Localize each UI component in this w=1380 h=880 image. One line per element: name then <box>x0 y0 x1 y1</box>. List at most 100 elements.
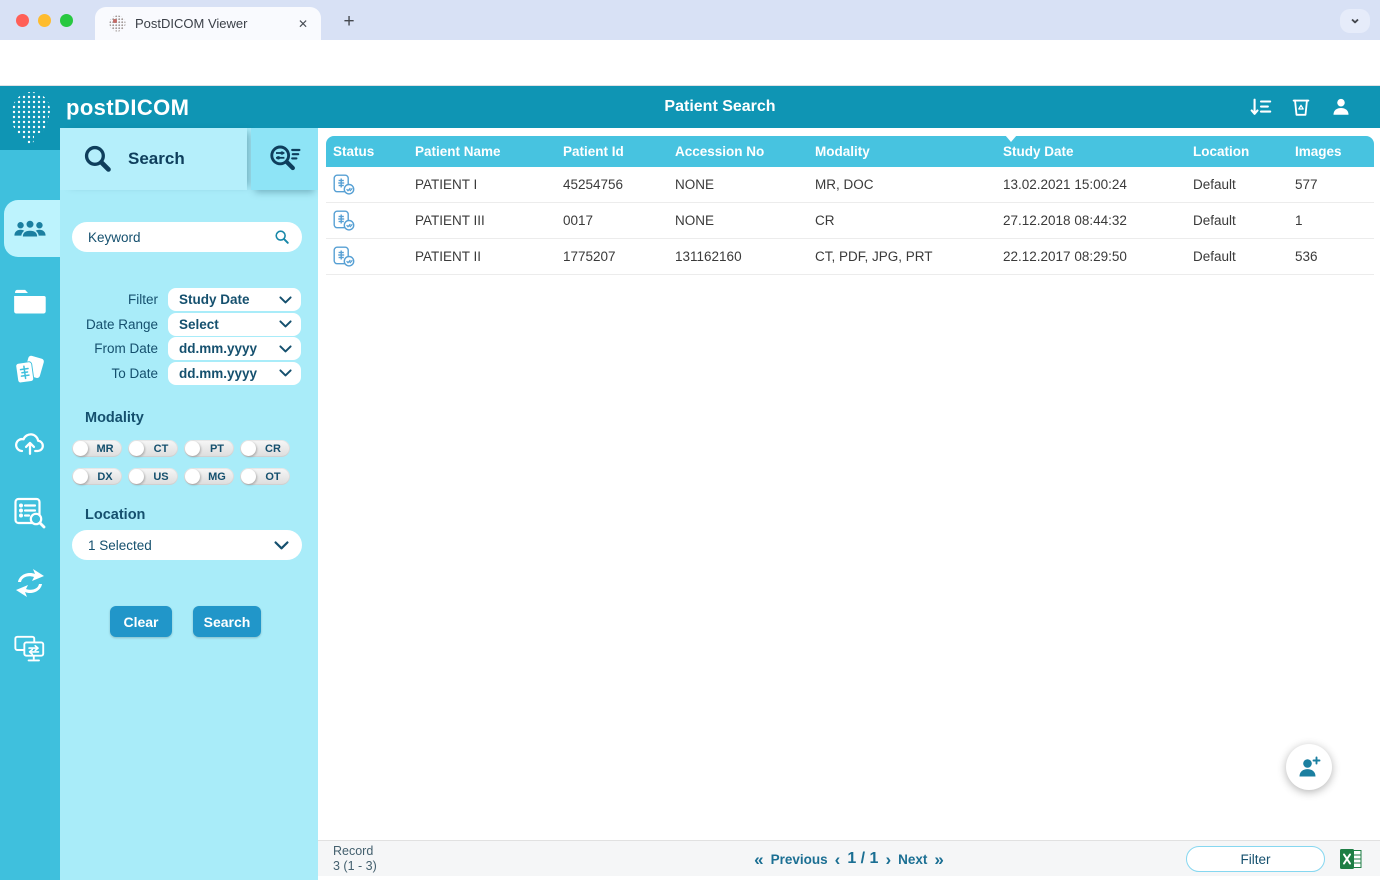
modality-toggle-cr[interactable]: CR <box>240 440 290 457</box>
patient-name-cell[interactable]: PATIENT I <box>408 167 556 202</box>
toggle-knob <box>73 469 88 484</box>
modality-toggle-ct[interactable]: CT <box>128 440 178 457</box>
tab-close-icon[interactable]: ✕ <box>295 17 311 31</box>
new-tab-button[interactable]: + <box>336 9 362 35</box>
sidebar-item-remote-monitor[interactable] <box>13 633 47 667</box>
location-dropdown[interactable]: 1 Selected <box>72 530 302 560</box>
patient-name-cell[interactable]: PATIENT II <box>408 239 556 274</box>
modality-cell[interactable]: MR, DOC <box>808 167 996 202</box>
clear-button[interactable]: Clear <box>110 606 172 637</box>
column-header-patient-id[interactable]: Patient Id <box>556 136 668 167</box>
status-cell[interactable] <box>326 239 408 274</box>
browser-tab[interactable]: PostDICOM Viewer ✕ <box>95 7 321 40</box>
location-value: 1 Selected <box>88 537 152 553</box>
location-cell[interactable]: Default <box>1186 167 1288 202</box>
to-date-value: dd.mm.yyyy <box>179 365 258 381</box>
images-cell[interactable]: 577 <box>1288 167 1374 202</box>
modality-toggle-us[interactable]: US <box>128 468 178 485</box>
column-header-patient-name[interactable]: Patient Name <box>408 136 556 167</box>
record-count: Record 3 (1 - 3) <box>333 844 377 874</box>
study-date-cell[interactable]: 27.12.2018 08:44:32 <box>996 203 1186 238</box>
status-cell[interactable] <box>326 167 408 202</box>
column-header-study-date[interactable]: Study Date <box>996 135 1186 167</box>
sidebar-item-folders[interactable] <box>13 285 47 319</box>
modality-toggle-label: DX <box>97 470 113 483</box>
modality-toggle-pt[interactable]: PT <box>184 440 234 457</box>
filter-dropdown[interactable]: Study Date <box>168 288 301 311</box>
keyword-input[interactable] <box>86 228 274 246</box>
toggle-knob <box>241 441 256 456</box>
modality-toggle-label: MR <box>96 442 114 455</box>
table-header-row: Status Patient Name Patient Id Accession… <box>326 135 1374 167</box>
patient-id-cell[interactable]: 45254756 <box>556 167 668 202</box>
accession-no-cell[interactable]: 131162160 <box>668 239 808 274</box>
modality-cell[interactable]: CR <box>808 203 996 238</box>
tab-advanced-search[interactable] <box>251 128 318 190</box>
column-header-images[interactable]: Images <box>1288 136 1374 167</box>
table-row[interactable]: PATIENT III 0017 NONE CR 27.12.2018 08:4… <box>326 203 1374 239</box>
keyword-field[interactable] <box>72 222 302 252</box>
add-patient-fab[interactable] <box>1286 744 1332 790</box>
modality-toggle-mr[interactable]: MR <box>72 440 122 457</box>
window-minimize-button[interactable] <box>38 14 51 27</box>
column-header-location[interactable]: Location <box>1186 136 1288 167</box>
table-row[interactable]: PATIENT I 45254756 NONE MR, DOC 13.02.20… <box>326 167 1374 203</box>
first-page-icon[interactable]: « <box>754 851 763 868</box>
location-cell[interactable]: Default <box>1186 203 1288 238</box>
modality-cell[interactable]: CT, PDF, JPG, PRT <box>808 239 996 274</box>
sidebar-item-order-search[interactable] <box>13 496 47 530</box>
window-close-button[interactable] <box>16 14 29 27</box>
patient-id-cell[interactable]: 1775207 <box>556 239 668 274</box>
record-range: 3 (1 - 3) <box>333 859 377 873</box>
location-cell[interactable]: Default <box>1186 239 1288 274</box>
sort-list-icon[interactable] <box>1250 96 1272 118</box>
toggle-knob <box>241 469 256 484</box>
to-date-dropdown[interactable]: dd.mm.yyyy <box>168 361 301 385</box>
images-cell[interactable]: 1 <box>1288 203 1374 238</box>
keyword-magnifier-icon[interactable] <box>274 229 290 245</box>
last-page-icon[interactable]: » <box>934 851 943 868</box>
column-header-status[interactable]: Status <box>326 136 408 167</box>
brand-logo-square <box>0 86 60 150</box>
sidebar-item-sync-arrows[interactable] <box>13 566 47 600</box>
accession-no-cell[interactable]: NONE <box>668 203 808 238</box>
modality-toggle-label: CR <box>265 442 281 455</box>
page-indicator: 1 / 1 <box>847 850 879 867</box>
modality-toggle-ot[interactable]: OT <box>240 468 290 485</box>
tab-search-chevron-icon[interactable]: ⌄ <box>1340 9 1370 33</box>
results-table: Status Patient Name Patient Id Accession… <box>326 135 1374 275</box>
next-page-button[interactable]: Next <box>898 852 927 867</box>
sidebar-item-patients[interactable] <box>13 212 47 246</box>
date-range-value: Select <box>179 316 219 332</box>
chevron-down-icon <box>274 540 289 550</box>
status-cell[interactable] <box>326 203 408 238</box>
table-filter-input[interactable] <box>1186 846 1325 872</box>
modality-toggle-mg[interactable]: MG <box>184 468 234 485</box>
search-button[interactable]: Search <box>193 606 261 637</box>
window-zoom-button[interactable] <box>60 14 73 27</box>
patient-id-cell[interactable]: 0017 <box>556 203 668 238</box>
user-icon[interactable] <box>1330 96 1352 118</box>
study-date-cell[interactable]: 13.02.2021 15:00:24 <box>996 167 1186 202</box>
trash-recycle-icon[interactable] <box>1290 96 1312 118</box>
next-chevron-icon[interactable]: › <box>885 851 891 868</box>
tab-basic-search-label: Search <box>128 149 185 168</box>
modality-toggle-dx[interactable]: DX <box>72 468 122 485</box>
tab-basic-search[interactable]: Search <box>60 128 247 190</box>
excel-export-icon[interactable] <box>1340 848 1362 875</box>
date-range-dropdown[interactable]: Select <box>168 312 301 336</box>
images-cell[interactable]: 536 <box>1288 239 1374 274</box>
previous-page-button[interactable]: Previous <box>771 852 828 867</box>
column-header-accession-no[interactable]: Accession No <box>668 136 808 167</box>
table-row[interactable]: PATIENT II 1775207 131162160 CT, PDF, JP… <box>326 239 1374 275</box>
from-date-dropdown[interactable]: dd.mm.yyyy <box>168 337 301 360</box>
modality-toggle-label: OT <box>265 470 281 483</box>
patient-name-cell[interactable]: PATIENT III <box>408 203 556 238</box>
sidebar-item-image-cards[interactable] <box>13 354 47 388</box>
sidebar-item-cloud-upload[interactable] <box>13 425 47 459</box>
study-date-cell[interactable]: 22.12.2017 08:29:50 <box>996 239 1186 274</box>
accession-no-cell[interactable]: NONE <box>668 167 808 202</box>
column-header-modality[interactable]: Modality <box>808 136 996 167</box>
prev-chevron-icon[interactable]: ‹ <box>835 851 841 868</box>
to-date-label: To Date <box>111 365 158 381</box>
